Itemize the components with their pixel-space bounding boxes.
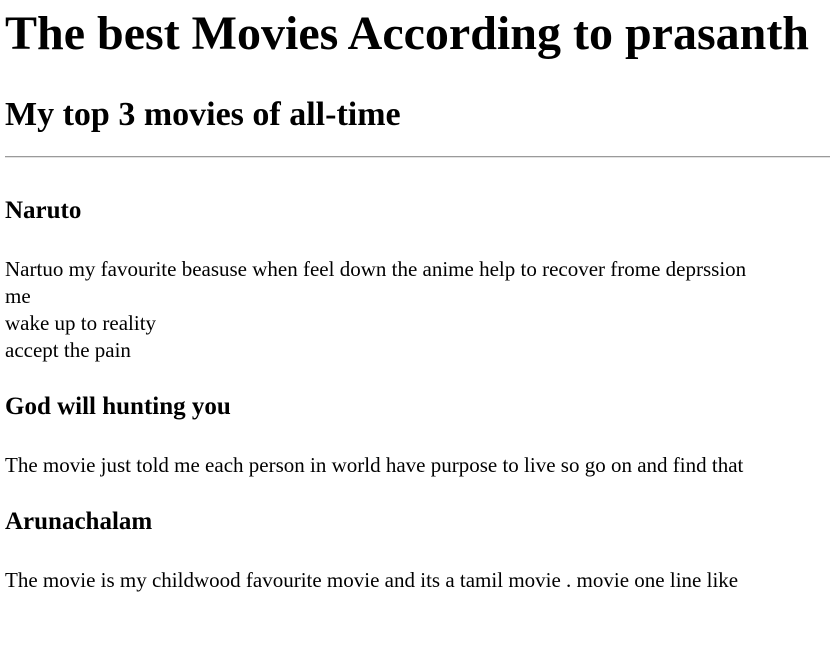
movie-title-god-will-hunting-you: God will hunting you — [5, 393, 231, 420]
movie-title-arunachalam: Arunachalam — [5, 508, 153, 535]
divider — [5, 156, 830, 158]
movie-title-naruto: Naruto — [5, 197, 82, 224]
movie-description-line: wake up to reality — [5, 311, 157, 335]
movie-description-line: me — [5, 284, 31, 308]
movie-description-line: The movie just told me each person in wo… — [5, 453, 744, 477]
page-title: The best Movies According to prasanth — [5, 7, 809, 60]
page-subtitle: My top 3 movies of all-time — [5, 96, 401, 133]
page: The best Movies According to prasanth My… — [0, 0, 830, 652]
movie-description-line: accept the pain — [5, 338, 131, 362]
movie-description-line: Nartuo my favourite beasuse when feel do… — [5, 257, 747, 281]
movie-description-line: The movie is my childwood favourite movi… — [5, 568, 739, 592]
